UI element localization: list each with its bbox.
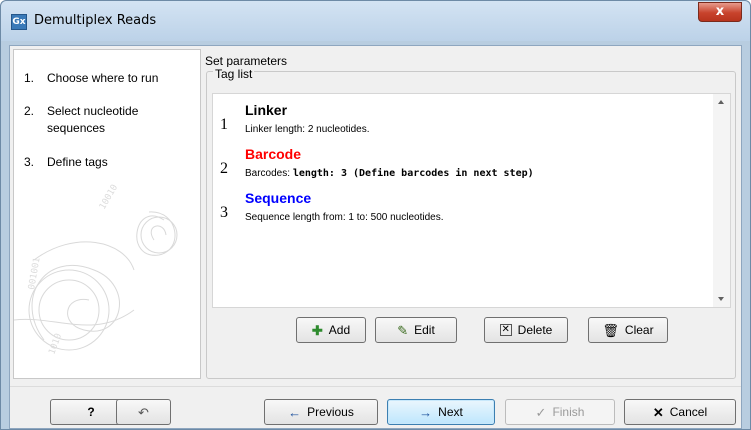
- pencil-icon: ✎: [397, 322, 409, 338]
- undo-arrow-icon: ↶: [138, 404, 149, 420]
- delete-box-icon: ✕: [499, 324, 512, 336]
- previous-button[interactable]: ← Previous: [264, 399, 378, 425]
- close-button[interactable]: x: [698, 2, 742, 22]
- tag-name: Linker: [245, 102, 288, 118]
- tag-name: Sequence: [245, 190, 312, 206]
- previous-label: Previous: [307, 405, 354, 419]
- window-title: Demultiplex Reads: [34, 13, 157, 28]
- wizard-steps-panel: 1. Choose where to run 2. Select nucleot…: [13, 49, 201, 379]
- help-label: ?: [87, 405, 95, 419]
- add-label: Add: [328, 323, 351, 337]
- x-icon: ✕: [652, 404, 664, 420]
- list-item[interactable]: 2 Barcode Barcodes: length: 3 (Define ba…: [213, 146, 713, 192]
- finish-label: Finish: [552, 405, 585, 419]
- cancel-button[interactable]: ✕ Cancel: [624, 399, 736, 425]
- clear-tags-button[interactable]: 🗑 Clear: [588, 317, 668, 343]
- scroll-down-icon[interactable]: [718, 297, 724, 301]
- add-tag-button[interactable]: ✚ Add: [296, 317, 366, 343]
- step-number: 2.: [24, 104, 35, 118]
- dialog-window: Gx Demultiplex Reads x 1. Choose where t…: [0, 0, 751, 430]
- tag-description: Linker length: 2 nucleotides.: [245, 124, 370, 135]
- tag-list[interactable]: 1 Linker Linker length: 2 nucleotides. 2…: [212, 93, 731, 308]
- edit-tag-button[interactable]: ✎ Edit: [375, 317, 457, 343]
- vertical-scrollbar[interactable]: [713, 94, 730, 307]
- delete-tag-button[interactable]: ✕ Delete: [484, 317, 568, 343]
- list-item[interactable]: 3 Sequence Sequence length from: 1 to: 5…: [213, 190, 713, 236]
- plus-icon: ✚: [311, 322, 323, 338]
- dialog-body: 1. Choose where to run 2. Select nucleot…: [9, 45, 742, 429]
- next-button[interactable]: → Next: [387, 399, 495, 425]
- arrow-left-icon: ←: [288, 404, 302, 420]
- list-item[interactable]: 1 Linker Linker length: 2 nucleotides.: [213, 102, 713, 148]
- tag-number: 1: [220, 116, 228, 133]
- tag-number: 3: [220, 204, 228, 221]
- tag-number: 2: [220, 160, 228, 177]
- title-bar[interactable]: Gx Demultiplex Reads x: [1, 1, 750, 41]
- decorative-spiral-watermark: 10010 001001 1010: [14, 183, 178, 356]
- set-parameters-heading: Set parameters: [205, 54, 288, 68]
- svg-text:001001: 001001: [27, 257, 42, 291]
- reset-button[interactable]: ↶: [116, 399, 171, 425]
- step-label: Select nucleotide sequences: [47, 104, 139, 135]
- tag-name: Barcode: [245, 146, 302, 162]
- finish-button[interactable]: ✓ Finish: [505, 399, 615, 425]
- delete-label: Delete: [517, 323, 553, 337]
- footer-divider: [10, 386, 741, 387]
- scroll-up-icon[interactable]: [718, 100, 724, 104]
- step-number: 1.: [24, 71, 35, 85]
- next-label: Next: [438, 405, 463, 419]
- edit-label: Edit: [414, 323, 435, 337]
- arrow-right-icon: →: [419, 404, 433, 420]
- tag-description: Sequence length from: 1 to: 500 nucleoti…: [245, 212, 444, 223]
- svg-text:1010: 1010: [47, 332, 64, 356]
- step-label: Choose where to run: [47, 71, 159, 85]
- app-icon: Gx: [11, 14, 27, 30]
- tag-list-label: Tag list: [213, 67, 255, 81]
- tag-description: Barcodes: length: 3 (Define barcodes in …: [245, 168, 534, 179]
- cancel-label: Cancel: [669, 405, 708, 419]
- svg-text:10010: 10010: [98, 183, 120, 211]
- check-icon: ✓: [535, 404, 547, 420]
- trash-icon: 🗑: [602, 322, 619, 338]
- clear-label: Clear: [624, 323, 654, 337]
